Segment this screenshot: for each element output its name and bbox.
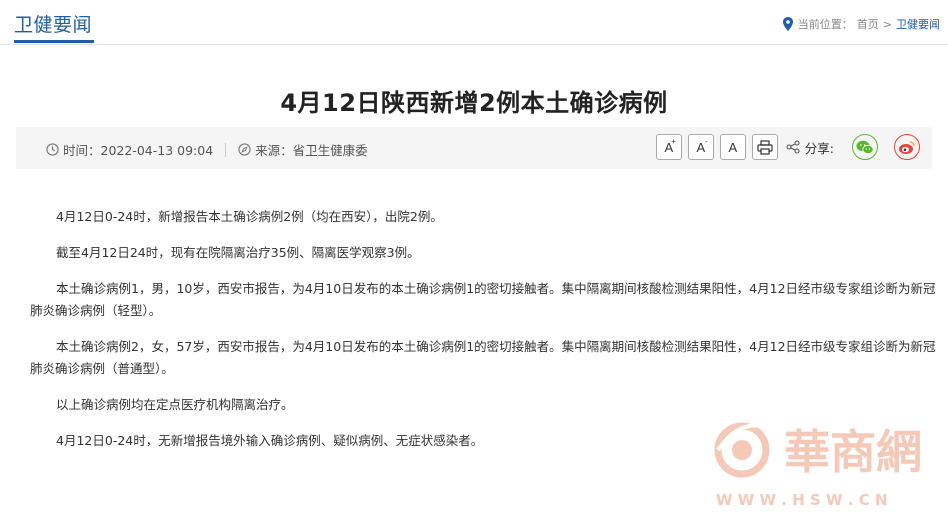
article-meta-info: 时间：2022-04-13 09:04 来源：省卫生健康委 xyxy=(46,140,368,159)
breadcrumb: 当前位置： 首页 > 卫健要闻 xyxy=(782,16,940,32)
wechat-share-button[interactable] xyxy=(852,134,878,160)
article-source: 来源：省卫生健康委 xyxy=(255,143,368,158)
article-toolbar: A + A- A 分享: xyxy=(655,134,920,160)
section-title-underline xyxy=(14,40,94,43)
paragraph: 本土确诊病例1，男，10岁，西安市报告，为4月10日发布的本土确诊病例1的密切接… xyxy=(30,281,936,318)
share-icon xyxy=(786,140,800,154)
font-default-button[interactable]: A xyxy=(719,134,746,160)
print-button[interactable] xyxy=(751,134,778,160)
header-bar: 卫健要闻 当前位置： 首页 > 卫健要闻 xyxy=(0,0,948,45)
breadcrumb-label: 当前位置： xyxy=(797,18,853,31)
article-body: 4月12日0-24时，新增报告本土确诊病例2例（均在西安），出院2例。 截至4月… xyxy=(30,206,940,466)
share-label: 分享: xyxy=(804,140,834,156)
weibo-icon xyxy=(899,140,915,154)
weibo-share-button[interactable] xyxy=(894,134,920,160)
paragraph: 4月12日0-24时，无新增报告境外输入确诊病例、疑似病例、无症状感染者。 xyxy=(56,433,484,448)
paragraph: 截至4月12日24时，现有在院隔离治疗35例、隔离医学观察3例。 xyxy=(56,245,420,260)
font-decrease-label: A xyxy=(696,139,706,155)
font-increase-button[interactable]: A + xyxy=(655,134,682,160)
clock-icon xyxy=(46,143,59,156)
watermark-url: W W W . H S W . C N xyxy=(716,491,888,509)
compass-icon xyxy=(238,143,251,156)
breadcrumb-current-link[interactable]: 卫健要闻 xyxy=(896,16,940,32)
font-default-label: A xyxy=(728,139,738,155)
font-decrease-button[interactable]: A- xyxy=(687,134,714,160)
breadcrumb-home-link[interactable]: 首页 xyxy=(857,16,879,32)
paragraph: 以上确诊病例均在定点医疗机构隔离治疗。 xyxy=(56,397,294,412)
breadcrumb-separator: > xyxy=(882,17,892,31)
section-title: 卫健要闻 xyxy=(14,14,93,36)
paragraph: 本土确诊病例2，女，57岁，西安市报告，为4月10日发布的本土确诊病例1的密切接… xyxy=(30,339,936,376)
location-pin-icon xyxy=(782,17,793,31)
share-group: 分享: xyxy=(786,138,834,157)
meta-divider xyxy=(225,142,227,157)
publish-time: 时间：2022-04-13 09:04 xyxy=(63,143,214,158)
wechat-icon xyxy=(856,140,874,154)
paragraph: 4月12日0-24时，新增报告本土确诊病例2例（均在西安），出院2例。 xyxy=(56,209,443,224)
printer-icon xyxy=(757,139,773,155)
article-title: 4月12日陕西新增2例本土确诊病例 xyxy=(280,89,668,117)
article-meta-bar: 时间：2022-04-13 09:04 来源：省卫生健康委 A + A- A 分… xyxy=(16,127,932,169)
